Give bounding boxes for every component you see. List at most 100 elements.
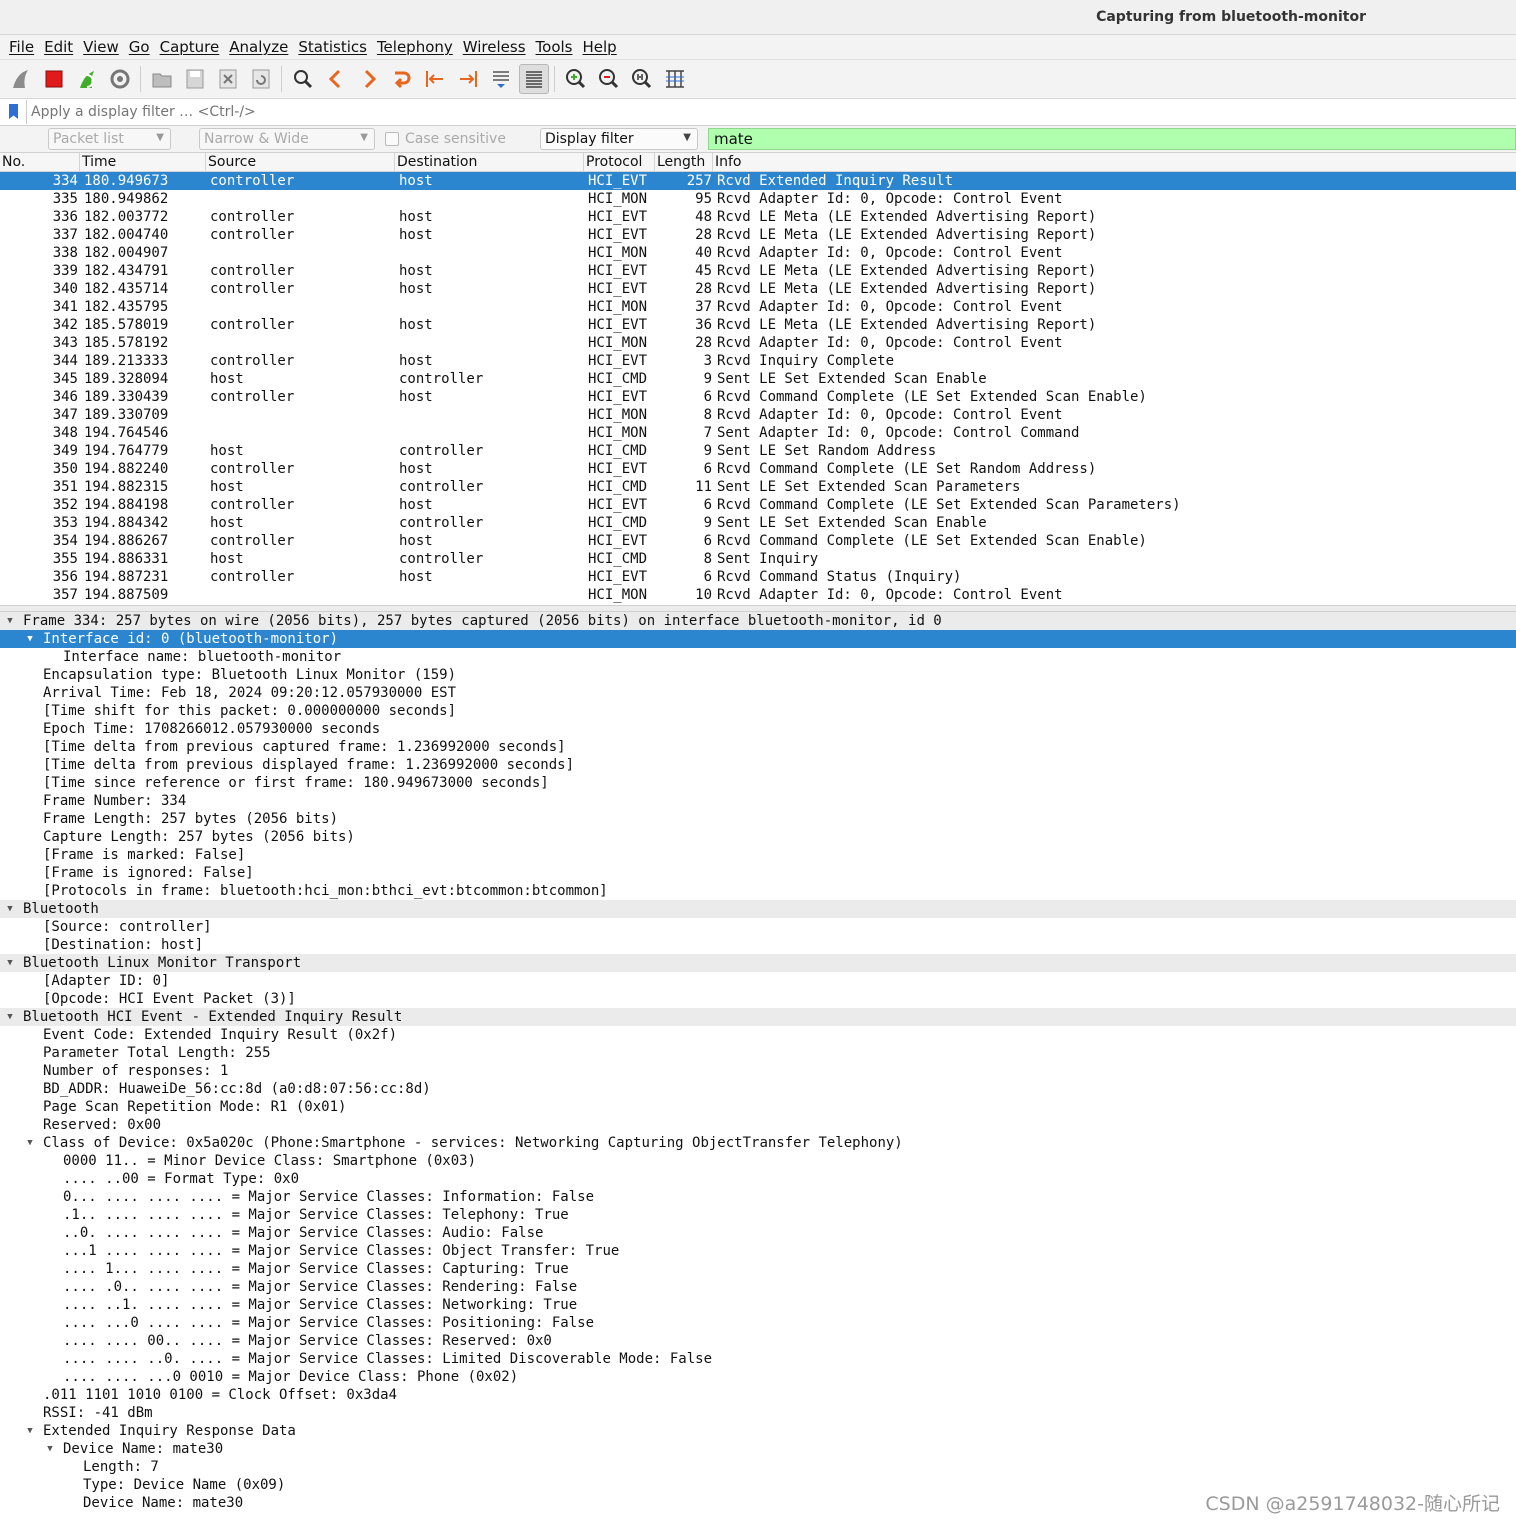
restart-capture-button[interactable] bbox=[72, 64, 102, 94]
packet-row[interactable]: 344 189.213333 controller host HCI_EVT 3 Rcvd … bbox=[0, 352, 1516, 370]
column-header-protocol[interactable]: Protocol bbox=[584, 153, 655, 171]
expand-arrow-icon[interactable]: ▼ bbox=[4, 954, 16, 972]
go-forward-button[interactable] bbox=[354, 64, 384, 94]
tree-item[interactable]: BD_ADDR: HuaweiDe_56:cc:8d (a0:d8:07:56:… bbox=[0, 1080, 1516, 1098]
packet-row[interactable]: 352 194.884198 controller host HCI_EVT 6 Rcvd … bbox=[0, 496, 1516, 514]
tree-item[interactable]: Page Scan Repetition Mode: R1 (0x01) bbox=[0, 1098, 1516, 1116]
expand-arrow-icon[interactable]: ▼ bbox=[24, 630, 36, 648]
expand-arrow-icon[interactable]: ▼ bbox=[4, 612, 16, 630]
find-input[interactable]: mate bbox=[707, 128, 1516, 150]
tree-item[interactable]: .... ...0 .... .... = Major Service Clas… bbox=[0, 1314, 1516, 1332]
shark-fin-start-button[interactable] bbox=[6, 64, 36, 94]
menu-help[interactable]: Help bbox=[582, 38, 616, 56]
colorize-button[interactable] bbox=[518, 64, 549, 94]
tree-section-header[interactable]: ▼ Bluetooth HCI Event - Extended Inquiry … bbox=[0, 1008, 1516, 1026]
tree-item[interactable]: ▼ Device Name: mate30 bbox=[0, 1440, 1516, 1458]
packet-row[interactable]: 334 180.949673 controller host HCI_EVT 257 Rcv… bbox=[0, 172, 1516, 190]
tree-item[interactable]: [Time delta from previous displayed fram… bbox=[0, 756, 1516, 774]
menu-tools[interactable]: Tools bbox=[536, 38, 573, 56]
tree-item[interactable]: .... .... ...0 0010 = Major Device Class… bbox=[0, 1368, 1516, 1386]
tree-item[interactable]: .1.. .... .... .... = Major Service Clas… bbox=[0, 1206, 1516, 1224]
tree-item[interactable]: .... .... ..0. .... = Major Service Clas… bbox=[0, 1350, 1516, 1368]
capture-options-button[interactable] bbox=[105, 64, 135, 94]
menu-capture[interactable]: Capture bbox=[160, 38, 220, 56]
zoom-in-button[interactable] bbox=[561, 64, 591, 94]
tree-item[interactable]: ...1 .... .... .... = Major Service Clas… bbox=[0, 1242, 1516, 1260]
packet-row[interactable]: 345 189.328094 host controller HCI_CMD 9 Sent … bbox=[0, 370, 1516, 388]
menu-edit[interactable]: Edit bbox=[44, 38, 73, 56]
checkbox-box[interactable] bbox=[385, 132, 399, 146]
resize-columns-button[interactable] bbox=[660, 64, 690, 94]
column-header-length[interactable]: Length bbox=[655, 153, 713, 171]
bookmark-icon[interactable] bbox=[6, 103, 22, 121]
go-to-packet-button[interactable] bbox=[387, 64, 417, 94]
pane-splitter[interactable] bbox=[0, 605, 1516, 612]
menu-telephony[interactable]: Telephony bbox=[377, 38, 453, 56]
tree-item[interactable]: .... ..1. .... .... = Major Service Clas… bbox=[0, 1296, 1516, 1314]
packet-row[interactable]: 342 185.578019 controller host HCI_EVT 36 Rcvd… bbox=[0, 316, 1516, 334]
auto-scroll-button[interactable] bbox=[486, 64, 516, 94]
tree-item[interactable]: ▼ Class of Device: 0x5a020c (Phone:Smartp… bbox=[0, 1134, 1516, 1152]
tree-item[interactable]: Length: 7 bbox=[0, 1458, 1516, 1476]
packet-row[interactable]: 350 194.882240 controller host HCI_EVT 6 Rcvd … bbox=[0, 460, 1516, 478]
tree-item[interactable]: [Source: controller] bbox=[0, 918, 1516, 936]
tree-item[interactable]: Number of responses: 1 bbox=[0, 1062, 1516, 1080]
last-packet-button[interactable] bbox=[453, 64, 483, 94]
tree-item[interactable]: ▼ Interface id: 0 (bluetooth-monitor) bbox=[0, 630, 1516, 648]
case-sensitive-checkbox[interactable]: Case sensitive bbox=[385, 131, 506, 147]
menu-go[interactable]: Go bbox=[129, 38, 150, 56]
packet-row[interactable]: 339 182.434791 controller host HCI_EVT 45 Rcvd… bbox=[0, 262, 1516, 280]
packet-row[interactable]: 338 182.004907 HCI_MON 40 Rcvd Adapter Id: 0… bbox=[0, 244, 1516, 262]
packet-row[interactable]: 355 194.886331 host controller HCI_CMD 8 Sent … bbox=[0, 550, 1516, 568]
zoom-out-button[interactable] bbox=[594, 64, 624, 94]
menu-statistics[interactable]: Statistics bbox=[298, 38, 367, 56]
packet-row[interactable]: 346 189.330439 controller host HCI_EVT 6 Rcvd … bbox=[0, 388, 1516, 406]
normal-size-button[interactable] bbox=[627, 64, 657, 94]
menu-file[interactable]: File bbox=[9, 38, 34, 56]
expand-arrow-icon[interactable]: ▼ bbox=[24, 1422, 36, 1440]
packet-row[interactable]: 358 194.887538 HCI_MON 8 Rcvd Adapter Id: 0,… bbox=[0, 604, 1516, 605]
tree-item[interactable]: ..0. .... .... .... = Major Service Clas… bbox=[0, 1224, 1516, 1242]
tree-item[interactable]: 0000 11.. = Minor Device Class: Smartpho… bbox=[0, 1152, 1516, 1170]
tree-item[interactable]: Encapsulation type: Bluetooth Linux Moni… bbox=[0, 666, 1516, 684]
menu-wireless[interactable]: Wireless bbox=[463, 38, 526, 56]
tree-item[interactable]: Interface name: bluetooth-monitor bbox=[0, 648, 1516, 666]
packet-row[interactable]: 357 194.887509 HCI_MON 10 Rcvd Adapter Id: 0… bbox=[0, 586, 1516, 604]
find-packet-button[interactable] bbox=[288, 64, 318, 94]
packet-row[interactable]: 348 194.764546 HCI_MON 7 Sent Adapter Id: 0,… bbox=[0, 424, 1516, 442]
tree-item[interactable]: Frame Length: 257 bytes (2056 bits) bbox=[0, 810, 1516, 828]
tree-item[interactable]: .011 1101 1010 0100 = Clock Offset: 0x3d… bbox=[0, 1386, 1516, 1404]
go-back-button[interactable] bbox=[321, 64, 351, 94]
packet-row[interactable]: 349 194.764779 host controller HCI_CMD 9 Sent … bbox=[0, 442, 1516, 460]
column-header-no[interactable]: No. bbox=[0, 153, 80, 171]
tree-section-header[interactable]: ▼ Bluetooth bbox=[0, 900, 1516, 918]
packet-row[interactable]: 340 182.435714 controller host HCI_EVT 28 Rcvd… bbox=[0, 280, 1516, 298]
menu-view[interactable]: View bbox=[83, 38, 119, 56]
packet-row[interactable]: 353 194.884342 host controller HCI_CMD 9 Sent … bbox=[0, 514, 1516, 532]
tree-section-header[interactable]: ▼ Bluetooth Linux Monitor Transport bbox=[0, 954, 1516, 972]
search-type-select[interactable]: Display filter ▼ bbox=[539, 128, 698, 150]
close-file-button[interactable] bbox=[213, 64, 243, 94]
tree-item[interactable]: .... ..00 = Format Type: 0x0 bbox=[0, 1170, 1516, 1188]
packet-row[interactable]: 335 180.949862 HCI_MON 95 Rcvd Adapter Id: 0… bbox=[0, 190, 1516, 208]
column-header-source[interactable]: Source bbox=[206, 153, 395, 171]
packet-list[interactable]: 334 180.949673 controller host HCI_EVT 257 Rcv… bbox=[0, 172, 1516, 605]
column-header-info[interactable]: Info bbox=[713, 153, 1516, 171]
tree-item[interactable]: RSSI: -41 dBm bbox=[0, 1404, 1516, 1422]
menu-analyze[interactable]: Analyze bbox=[229, 38, 288, 56]
packet-row[interactable]: 343 185.578192 HCI_MON 28 Rcvd Adapter Id: 0… bbox=[0, 334, 1516, 352]
open-file-button[interactable] bbox=[147, 64, 177, 94]
tree-item[interactable]: Frame Number: 334 bbox=[0, 792, 1516, 810]
tree-item[interactable]: Event Code: Extended Inquiry Result (0x2… bbox=[0, 1026, 1516, 1044]
search-in-select[interactable]: Packet list ▼ bbox=[48, 128, 171, 150]
tree-item[interactable]: [Time since reference or first frame: 18… bbox=[0, 774, 1516, 792]
tree-item[interactable]: .... .... 00.. .... = Major Service Clas… bbox=[0, 1332, 1516, 1350]
first-packet-button[interactable] bbox=[420, 64, 450, 94]
tree-item[interactable]: [Frame is marked: False] bbox=[0, 846, 1516, 864]
packet-row[interactable]: 347 189.330709 HCI_MON 8 Rcvd Adapter Id: 0,… bbox=[0, 406, 1516, 424]
tree-item[interactable]: [Destination: host] bbox=[0, 936, 1516, 954]
tree-item[interactable]: [Adapter ID: 0] bbox=[0, 972, 1516, 990]
tree-item[interactable]: [Frame is ignored: False] bbox=[0, 864, 1516, 882]
column-header-destination[interactable]: Destination bbox=[395, 153, 584, 171]
expand-arrow-icon[interactable]: ▼ bbox=[44, 1440, 56, 1458]
